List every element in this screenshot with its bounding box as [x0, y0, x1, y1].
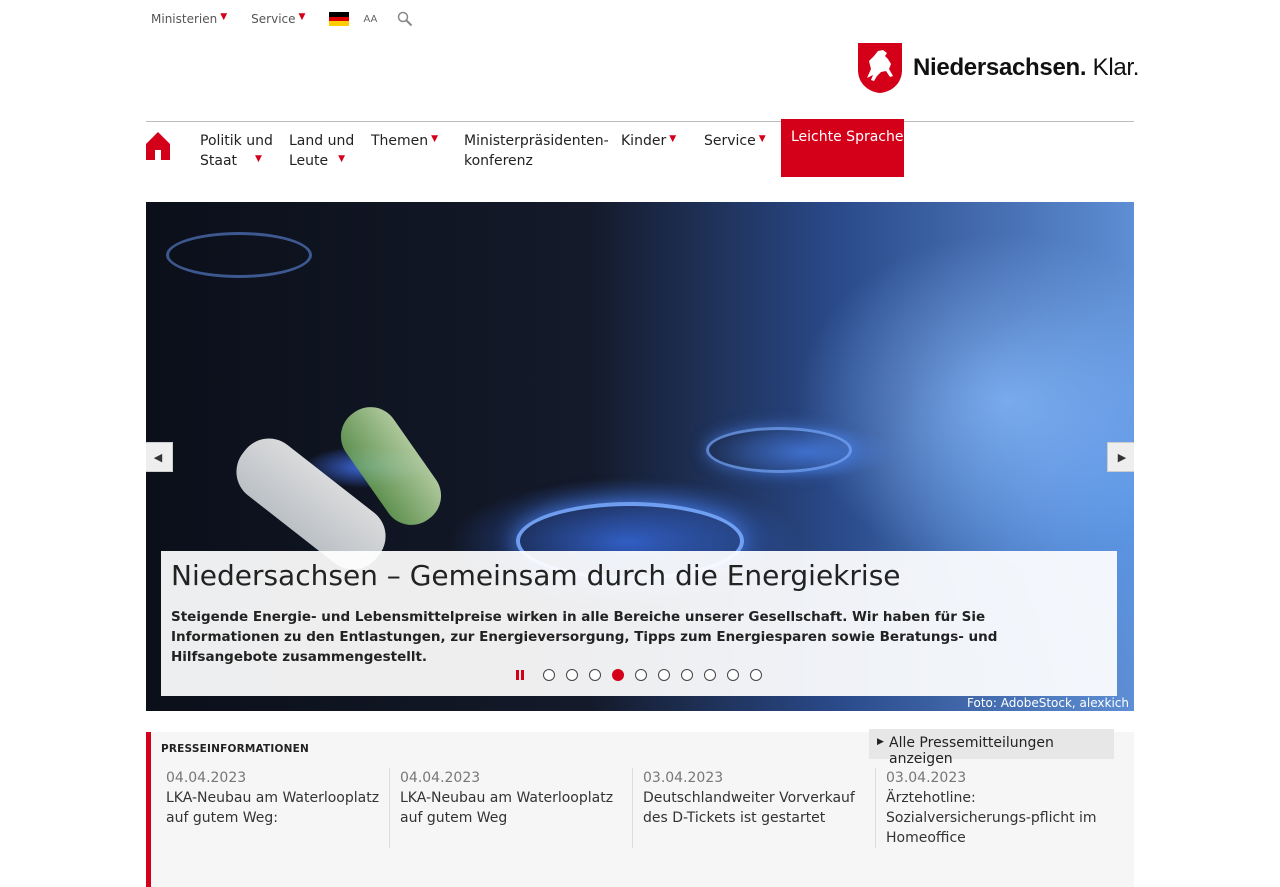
nav-item-land-und-leute[interactable]: Land und Leute ▼: [289, 131, 354, 173]
search-icon[interactable]: [397, 11, 413, 27]
press-item[interactable]: 03.04.2023 Deutschlandweiter Vorverkauf …: [632, 768, 862, 848]
nav-land-line2: Leute: [289, 153, 329, 169]
hero-slider: ◀ ▶ Niedersachsen – Gemeinsam durch die …: [146, 202, 1134, 711]
slider-dot-9[interactable]: [727, 669, 739, 681]
photo-credit: Foto: AdobeStock, alexkich: [967, 696, 1129, 710]
slider-dot-5[interactable]: [635, 669, 647, 681]
nav-kinder-label: Kinder: [621, 133, 667, 149]
ministerien-menu[interactable]: Ministerien ▼: [151, 12, 227, 26]
slide-title[interactable]: Niedersachsen – Gemeinsam durch die Ener…: [171, 559, 901, 592]
slider-dot-1[interactable]: [543, 669, 555, 681]
slider-dot-10[interactable]: [750, 669, 762, 681]
top-utility-bar: Ministerien ▼ Service ▼ AA: [151, 8, 413, 30]
press-title-text: Ärztehotline: Sozialversicherungs-pflich…: [886, 790, 1097, 846]
press-date: 04.04.2023: [166, 770, 247, 786]
nav-mpk-line2: konferenz: [464, 153, 533, 169]
press-section: PRESSEINFORMATIONEN ▶ Alle Pressemitteil…: [146, 729, 1134, 887]
pause-icon[interactable]: [516, 670, 526, 680]
press-title-text: LKA-Neubau am Waterlooplatz auf gutem We…: [400, 790, 614, 826]
nav-service-label: Service: [704, 133, 756, 149]
nav-politik-line1: Politik und: [200, 133, 273, 149]
logo-light: Klar.: [1092, 54, 1140, 81]
all-press-label: Alle Pressemitteilungen anzeigen: [889, 735, 1054, 767]
nav-item-leichte-sprache[interactable]: Leichte Sprache: [781, 119, 904, 177]
saxon-horse-crest-icon: [858, 43, 902, 93]
press-heading: PRESSEINFORMATIONEN: [161, 743, 309, 755]
chevron-down-icon: ▼: [758, 134, 766, 144]
triangle-right-icon: ▶: [877, 737, 884, 747]
nav-item-service[interactable]: Service ▼: [704, 131, 766, 153]
chevron-down-icon: ▼: [220, 12, 228, 22]
gas-burner-image: [706, 427, 852, 473]
main-navigation: Politik und Staat ▼ Land und Leute ▼ Theme…: [146, 119, 1134, 179]
slider-dot-4[interactable]: [612, 669, 624, 681]
logo-bold: Niedersachsen.: [913, 54, 1087, 81]
press-item[interactable]: 04.04.2023 LKA-Neubau am Waterlooplatz a…: [156, 768, 386, 848]
slider-dot-2[interactable]: [566, 669, 578, 681]
chevron-down-icon: ▼: [255, 154, 262, 164]
press-date: 03.04.2023: [643, 770, 724, 786]
nav-item-kinder[interactable]: Kinder ▼: [621, 131, 676, 153]
press-item[interactable]: 04.04.2023 LKA-Neubau am Waterlooplatz a…: [389, 768, 619, 848]
press-date: 03.04.2023: [886, 770, 967, 786]
press-title-text: Deutschlandweiter Vorverkauf des D-Ticke…: [643, 790, 855, 826]
nav-item-politik[interactable]: Politik und Staat ▼: [200, 131, 273, 173]
service-menu[interactable]: Service ▼: [251, 12, 305, 26]
chevron-down-icon: ▼: [669, 134, 677, 144]
niedersachsen-logo[interactable]: Niedersachsen. Klar.: [857, 42, 1139, 94]
press-item[interactable]: 03.04.2023 Ärztehotline: Sozialversicher…: [875, 768, 1110, 848]
slider-dot-7[interactable]: [681, 669, 693, 681]
nav-item-mpk[interactable]: Ministerpräsidenten- konferenz: [464, 131, 609, 171]
home-icon[interactable]: [146, 132, 170, 160]
slide-caption: Niedersachsen – Gemeinsam durch die Ener…: [161, 551, 1117, 696]
arrow-left-icon: ◀: [153, 450, 163, 464]
slider-dot-8[interactable]: [704, 669, 716, 681]
nav-land-line1: Land und: [289, 133, 355, 149]
slider-prev-button[interactable]: ◀: [146, 442, 173, 472]
all-press-releases-button[interactable]: ▶ Alle Pressemitteilungen anzeigen: [869, 729, 1114, 767]
service-label: Service: [251, 12, 296, 26]
slider-pagination: [516, 669, 773, 681]
gas-burner-image: [166, 232, 312, 278]
nav-politik-line2: Staat: [200, 153, 238, 169]
nav-mpk-line1: Ministerpräsidenten-: [464, 133, 609, 149]
slider-dot-3[interactable]: [589, 669, 601, 681]
press-date: 04.04.2023: [400, 770, 481, 786]
german-flag-icon[interactable]: [329, 12, 350, 26]
chevron-down-icon: ▼: [431, 134, 439, 144]
chevron-down-icon: ▼: [338, 154, 346, 164]
nav-item-themen[interactable]: Themen ▼: [371, 131, 438, 153]
chevron-down-icon: ▼: [298, 12, 306, 22]
logo-wordmark: Niedersachsen. Klar.: [913, 54, 1139, 82]
slider-dot-6[interactable]: [658, 669, 670, 681]
nav-themen-label: Themen: [371, 133, 429, 149]
slide-text: Steigende Energie- und Lebensmittelpreis…: [171, 609, 998, 665]
ministerien-label: Ministerien: [151, 12, 218, 26]
font-size-toggle[interactable]: AA: [363, 14, 377, 25]
press-title-text: LKA-Neubau am Waterlooplatz auf gutem We…: [166, 790, 380, 826]
arrow-right-icon: ▶: [1117, 450, 1127, 464]
slider-next-button[interactable]: ▶: [1107, 442, 1134, 472]
